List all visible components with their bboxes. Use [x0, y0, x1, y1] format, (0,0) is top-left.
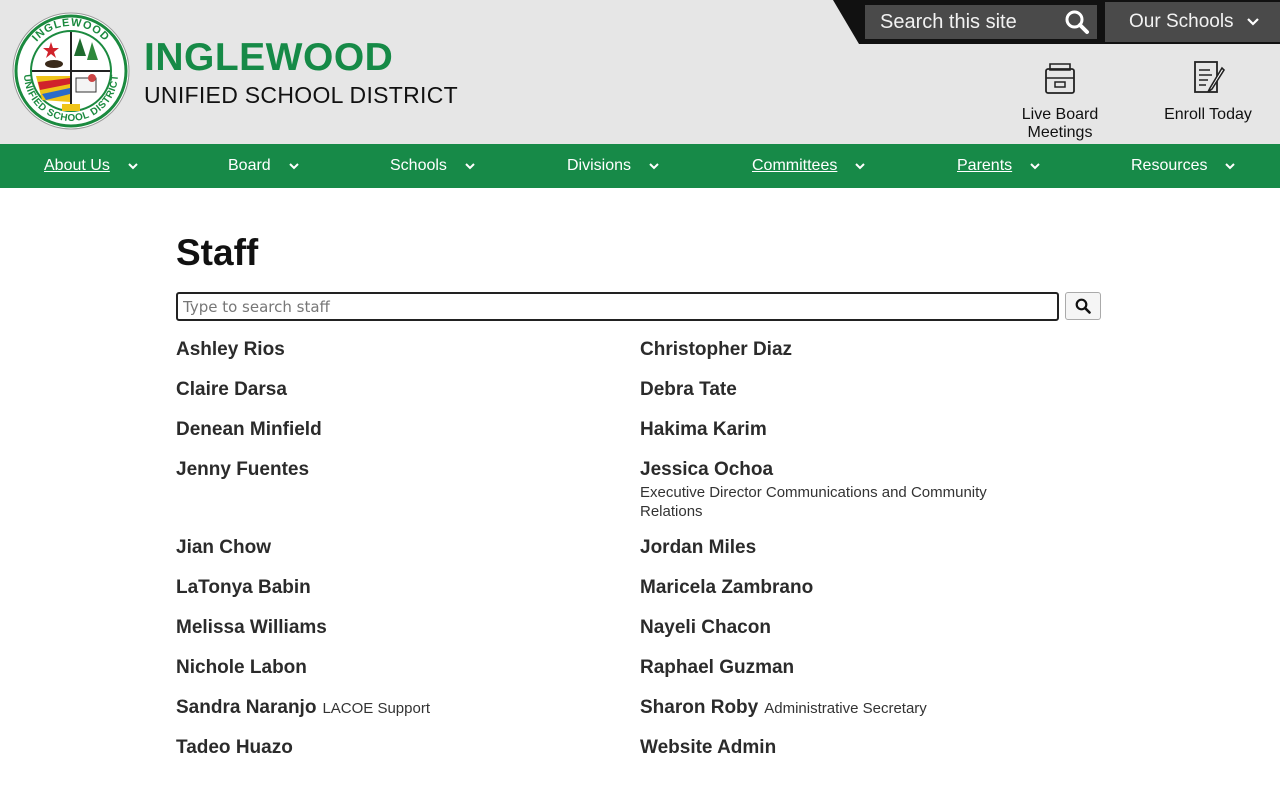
nav-label[interactable]: Resources — [1131, 157, 1207, 175]
staff-name[interactable]: Jessica Ochoa — [640, 459, 1020, 481]
staff-entry[interactable]: Tadeo Huazo — [176, 737, 293, 759]
staff-entry[interactable]: Christopher Diaz — [640, 339, 792, 361]
staff-entry[interactable]: Claire Darsa — [176, 379, 287, 401]
nav-item-resources[interactable]: Resources — [1131, 144, 1237, 188]
staff-name[interactable]: Debra Tate — [640, 379, 737, 400]
staff-entry[interactable]: Jordan Miles — [640, 537, 756, 559]
staff-entry[interactable]: Jenny Fuentes — [176, 459, 309, 481]
site-header: INGLEWOOD UNIFIED SCHOOL DISTRICT INGLEW… — [0, 0, 1280, 144]
staff-name[interactable]: Sharon Roby — [640, 697, 758, 718]
staff-name[interactable]: Maricela Zambrano — [640, 577, 813, 598]
staff-entry[interactable]: LaTonya Babin — [176, 577, 311, 599]
enroll-today-label: Enroll Today — [1164, 106, 1252, 123]
staff-role: LACOE Support — [322, 700, 430, 717]
chevron-down-icon[interactable] — [853, 159, 867, 173]
nav-label[interactable]: Committees — [752, 157, 837, 175]
staff-entry[interactable]: Denean Minfield — [176, 419, 322, 441]
staff-search-input[interactable] — [176, 292, 1059, 321]
chevron-down-icon[interactable] — [1028, 159, 1042, 173]
nav-label[interactable]: Schools — [390, 157, 447, 175]
chevron-down-icon[interactable] — [287, 159, 301, 173]
staff-name[interactable]: LaTonya Babin — [176, 577, 311, 598]
staff-name[interactable]: Claire Darsa — [176, 379, 287, 400]
staff-name[interactable]: Christopher Diaz — [640, 339, 792, 360]
page-title: Staff — [176, 232, 259, 273]
district-seal-logo[interactable]: INGLEWOOD UNIFIED SCHOOL DISTRICT — [12, 12, 130, 130]
staff-search-button[interactable] — [1065, 292, 1101, 320]
staff-name[interactable]: Tadeo Huazo — [176, 737, 293, 758]
staff-name[interactable]: Denean Minfield — [176, 419, 322, 440]
enroll-today-link[interactable]: Enroll Today — [1164, 58, 1252, 124]
main-navigation: About Us Board Schools Divisions Committ… — [0, 144, 1280, 188]
staff-name[interactable]: Hakima Karim — [640, 419, 767, 440]
staff-entry[interactable]: Ashley Rios — [176, 339, 285, 361]
staff-name[interactable]: Ashley Rios — [176, 339, 285, 360]
staff-entry[interactable]: Sandra Naranjo LACOE Support — [176, 697, 430, 719]
staff-entry[interactable]: Website Admin — [640, 737, 776, 759]
staff-entry[interactable]: Melissa Williams — [176, 617, 327, 639]
chevron-down-icon[interactable] — [126, 159, 140, 173]
nav-label[interactable]: Board — [228, 157, 271, 175]
staff-entry[interactable]: Jian Chow — [176, 537, 271, 559]
search-icon[interactable] — [1057, 5, 1097, 39]
staff-role: Executive Director Communications and Co… — [640, 484, 987, 520]
staff-name[interactable]: Jian Chow — [176, 537, 271, 558]
nav-item-board[interactable]: Board — [228, 144, 301, 188]
chevron-down-icon — [1246, 18, 1259, 26]
staff-name[interactable]: Jordan Miles — [640, 537, 756, 558]
live-board-meetings-label: Live Board Meetings — [1021, 106, 1099, 141]
our-schools-label: Our Schools — [1129, 11, 1234, 32]
staff-name[interactable]: Nayeli Chacon — [640, 617, 771, 638]
staff-name[interactable]: Website Admin — [640, 737, 776, 758]
staff-name[interactable]: Jenny Fuentes — [176, 459, 309, 480]
nav-item-schools[interactable]: Schools — [390, 144, 477, 188]
district-name[interactable]: INGLEWOOD — [144, 36, 393, 80]
document-pen-icon — [1188, 58, 1228, 98]
staff-name[interactable]: Melissa Williams — [176, 617, 327, 638]
site-search[interactable]: Search this site — [865, 5, 1097, 39]
chevron-down-icon[interactable] — [647, 159, 661, 173]
nav-item-parents[interactable]: Parents — [957, 144, 1042, 188]
staff-entry[interactable]: Sharon Roby Administrative Secretary — [640, 697, 927, 719]
chevron-down-icon[interactable] — [1223, 159, 1237, 173]
staff-entry[interactable]: Maricela Zambrano — [640, 577, 813, 599]
staff-role: Administrative Secretary — [764, 700, 927, 717]
staff-entry[interactable]: Raphael Guzman — [640, 657, 794, 679]
staff-entry[interactable]: Hakima Karim — [640, 419, 767, 441]
live-board-meetings-link[interactable]: Live Board Meetings — [988, 58, 1132, 142]
search-icon — [1075, 298, 1091, 314]
staff-entry[interactable]: Nayeli Chacon — [640, 617, 771, 639]
staff-entry[interactable]: Jessica Ochoa Executive Director Communi… — [640, 459, 1020, 521]
staff-name[interactable]: Sandra Naranjo — [176, 697, 316, 718]
chevron-down-icon[interactable] — [463, 159, 477, 173]
nav-item-about-us[interactable]: About Us — [44, 144, 140, 188]
staff-entry[interactable]: Nichole Labon — [176, 657, 307, 679]
archive-box-icon — [1040, 58, 1080, 98]
nav-item-committees[interactable]: Committees — [752, 144, 867, 188]
nav-label[interactable]: Parents — [957, 157, 1012, 175]
site-search-input[interactable]: Search this site — [865, 11, 1057, 34]
nav-label[interactable]: About Us — [44, 157, 110, 175]
staff-name[interactable]: Raphael Guzman — [640, 657, 794, 678]
our-schools-dropdown[interactable]: Our Schools — [1105, 2, 1280, 42]
staff-name[interactable]: Nichole Labon — [176, 657, 307, 678]
nav-item-divisions[interactable]: Divisions — [567, 144, 661, 188]
nav-label[interactable]: Divisions — [567, 157, 631, 175]
district-subtitle[interactable]: UNIFIED SCHOOL DISTRICT — [144, 82, 458, 108]
staff-entry[interactable]: Debra Tate — [640, 379, 737, 401]
